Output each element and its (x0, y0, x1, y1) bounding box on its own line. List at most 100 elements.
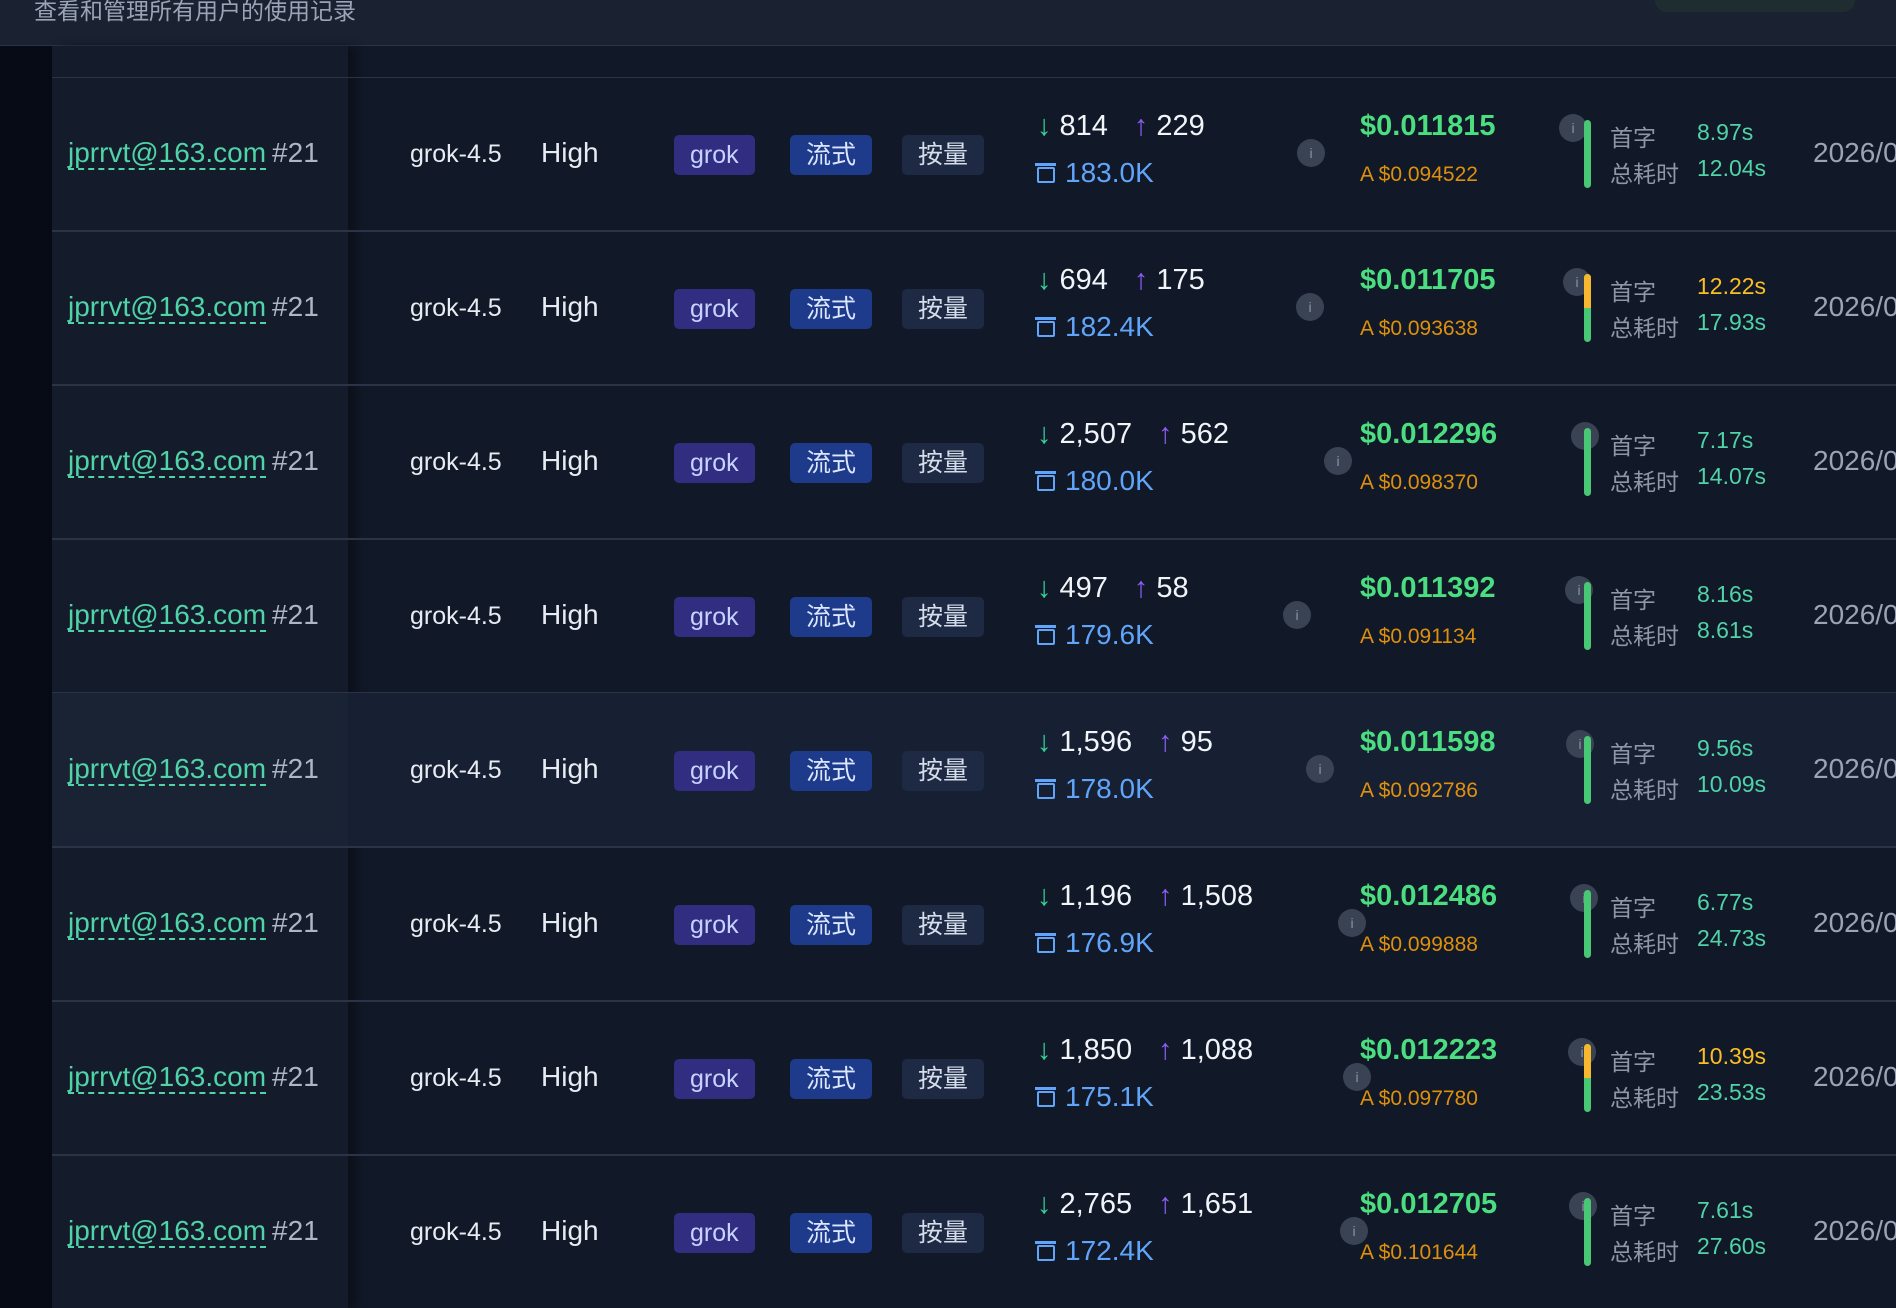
model-name: grok-4.5 (410, 140, 502, 168)
user-info: jprrvt@163.com #21 (68, 291, 319, 324)
table-header-strip (52, 46, 1896, 78)
cost-value: $0.011815 (1360, 110, 1496, 142)
stream-tag: 流式 (790, 1213, 873, 1253)
total-time-label: 总耗时 (1610, 623, 1679, 649)
latency-bar (1584, 428, 1591, 496)
billing-tag: 按量 (902, 135, 985, 175)
arrow-up-icon: ↑ (1158, 418, 1173, 450)
cache-tokens: 178.0K (1035, 773, 1154, 805)
input-tokens: 2,507 (1059, 418, 1133, 450)
stream-tag: 流式 (790, 751, 873, 791)
reasoning-effort: High (541, 1215, 599, 1246)
cost-value: $0.011392 (1360, 572, 1496, 604)
total-time-label: 总耗时 (1610, 931, 1679, 957)
arrow-up-icon: ↑ (1158, 1188, 1173, 1220)
model-name: grok-4.5 (410, 910, 502, 938)
timestamp: 2026/0 (1813, 753, 1896, 784)
user-cell: jprrvt@163.com #21 (52, 231, 348, 384)
total-time-label: 总耗时 (1610, 161, 1679, 187)
user-email-link[interactable]: jprrvt@163.com (68, 291, 267, 324)
token-counts: ↓ 2,507 ↑ 562 (1037, 418, 1229, 451)
model-name: grok-4.5 (410, 448, 502, 476)
latency-bar (1584, 274, 1591, 342)
cache-value: 176.9K (1065, 927, 1154, 958)
total-time: 8.61s (1697, 617, 1754, 643)
cost-alt: A $0.093638 (1360, 317, 1478, 340)
user-email-link[interactable]: jprrvt@163.com (68, 137, 267, 170)
total-time-label: 总耗时 (1610, 1085, 1679, 1111)
token-counts: ↓ 1,850 ↑ 1,088 (1037, 1034, 1253, 1067)
table-row[interactable]: jprrvt@163.com #21 grok-4.5 High grok 流式 … (52, 77, 1896, 232)
cache-value: 183.0K (1065, 157, 1154, 188)
arrow-down-icon: ↓ (1037, 726, 1052, 758)
first-token-label: 首字 (1610, 1049, 1656, 1075)
user-info: jprrvt@163.com #21 (68, 1061, 319, 1094)
table-row[interactable]: jprrvt@163.com #21 grok-4.5 High grok 流式 … (52, 847, 1896, 1002)
table-row[interactable]: jprrvt@163.com #21 grok-4.5 High grok 流式 … (52, 1001, 1896, 1156)
user-email-link[interactable]: jprrvt@163.com (68, 1215, 267, 1248)
info-icon[interactable]: i (1324, 447, 1352, 475)
table-row[interactable]: jprrvt@163.com #21 grok-4.5 High grok 流式 … (52, 1155, 1896, 1308)
cache-tokens: 175.1K (1035, 1081, 1154, 1113)
reasoning-effort: High (541, 753, 599, 784)
user-email-link[interactable]: jprrvt@163.com (68, 907, 267, 940)
header-action-button[interactable] (1655, 0, 1855, 12)
user-email-link[interactable]: jprrvt@163.com (68, 599, 267, 632)
first-token-label: 首字 (1610, 279, 1656, 305)
user-email-link[interactable]: jprrvt@163.com (68, 753, 267, 786)
user-email-link[interactable]: jprrvt@163.com (68, 445, 267, 478)
info-icon[interactable]: i (1296, 293, 1324, 321)
user-cell: jprrvt@163.com #21 (52, 385, 348, 538)
cache-value: 175.1K (1065, 1081, 1154, 1112)
arrow-up-icon: ↑ (1158, 1034, 1173, 1066)
billing-tag: 按量 (902, 1059, 985, 1099)
cache-value: 180.0K (1065, 465, 1154, 496)
table-row[interactable]: jprrvt@163.com #21 grok-4.5 High grok 流式 … (52, 385, 1896, 540)
cost-value: $0.011705 (1360, 264, 1496, 296)
info-icon[interactable]: i (1306, 755, 1334, 783)
table-row[interactable]: jprrvt@163.com #21 grok-4.5 High grok 流式 … (52, 231, 1896, 386)
cost-alt: A $0.091134 (1360, 625, 1477, 648)
output-tokens: 562 (1180, 418, 1229, 450)
cache-tokens: 179.6K (1035, 619, 1154, 651)
user-info: jprrvt@163.com #21 (68, 907, 319, 940)
info-icon[interactable]: i (1569, 1192, 1597, 1220)
info-icon[interactable]: i (1559, 114, 1587, 142)
table-row[interactable]: jprrvt@163.com #21 grok-4.5 High grok 流式 … (52, 539, 1896, 694)
user-id: #21 (272, 1215, 319, 1246)
archive-icon (1035, 933, 1056, 953)
timestamp: 2026/0 (1813, 137, 1896, 168)
user-id: #21 (272, 599, 319, 630)
info-icon[interactable]: i (1283, 601, 1311, 629)
group-tag: grok (674, 751, 755, 791)
arrow-down-icon: ↓ (1037, 572, 1052, 604)
token-counts: ↓ 694 ↑ 175 (1037, 264, 1205, 297)
user-email-link[interactable]: jprrvt@163.com (68, 1061, 267, 1094)
cache-tokens: 176.9K (1035, 927, 1154, 959)
billing-tag: 按量 (902, 597, 985, 637)
first-token-time: 12.22s (1697, 273, 1767, 299)
cache-value: 179.6K (1065, 619, 1154, 650)
reasoning-effort: High (541, 291, 599, 322)
latency-bar (1584, 120, 1591, 188)
timestamp: 2026/0 (1813, 445, 1896, 476)
table-row[interactable]: jprrvt@163.com #21 grok-4.5 High grok 流式 … (52, 693, 1896, 848)
timestamp: 2026/0 (1813, 1215, 1896, 1246)
timestamp: 2026/0 (1813, 599, 1896, 630)
cache-value: 178.0K (1065, 773, 1154, 804)
info-icon[interactable]: i (1297, 139, 1325, 167)
first-token-time: 9.56s (1697, 735, 1754, 761)
arrow-up-icon: ↑ (1133, 264, 1149, 296)
arrow-down-icon: ↓ (1037, 880, 1052, 912)
cost-alt: A $0.101644 (1360, 1241, 1478, 1264)
total-time-label: 总耗时 (1610, 1239, 1679, 1265)
arrow-up-icon: ↑ (1133, 572, 1149, 604)
info-icon[interactable]: i (1568, 1038, 1596, 1066)
input-tokens: 497 (1059, 572, 1108, 604)
billing-tag: 按量 (902, 443, 985, 483)
output-tokens: 1,651 (1180, 1188, 1254, 1220)
archive-icon (1035, 471, 1056, 491)
arrow-down-icon: ↓ (1037, 1188, 1052, 1220)
total-time: 27.60s (1697, 1233, 1767, 1259)
group-tag: grok (674, 1213, 755, 1253)
